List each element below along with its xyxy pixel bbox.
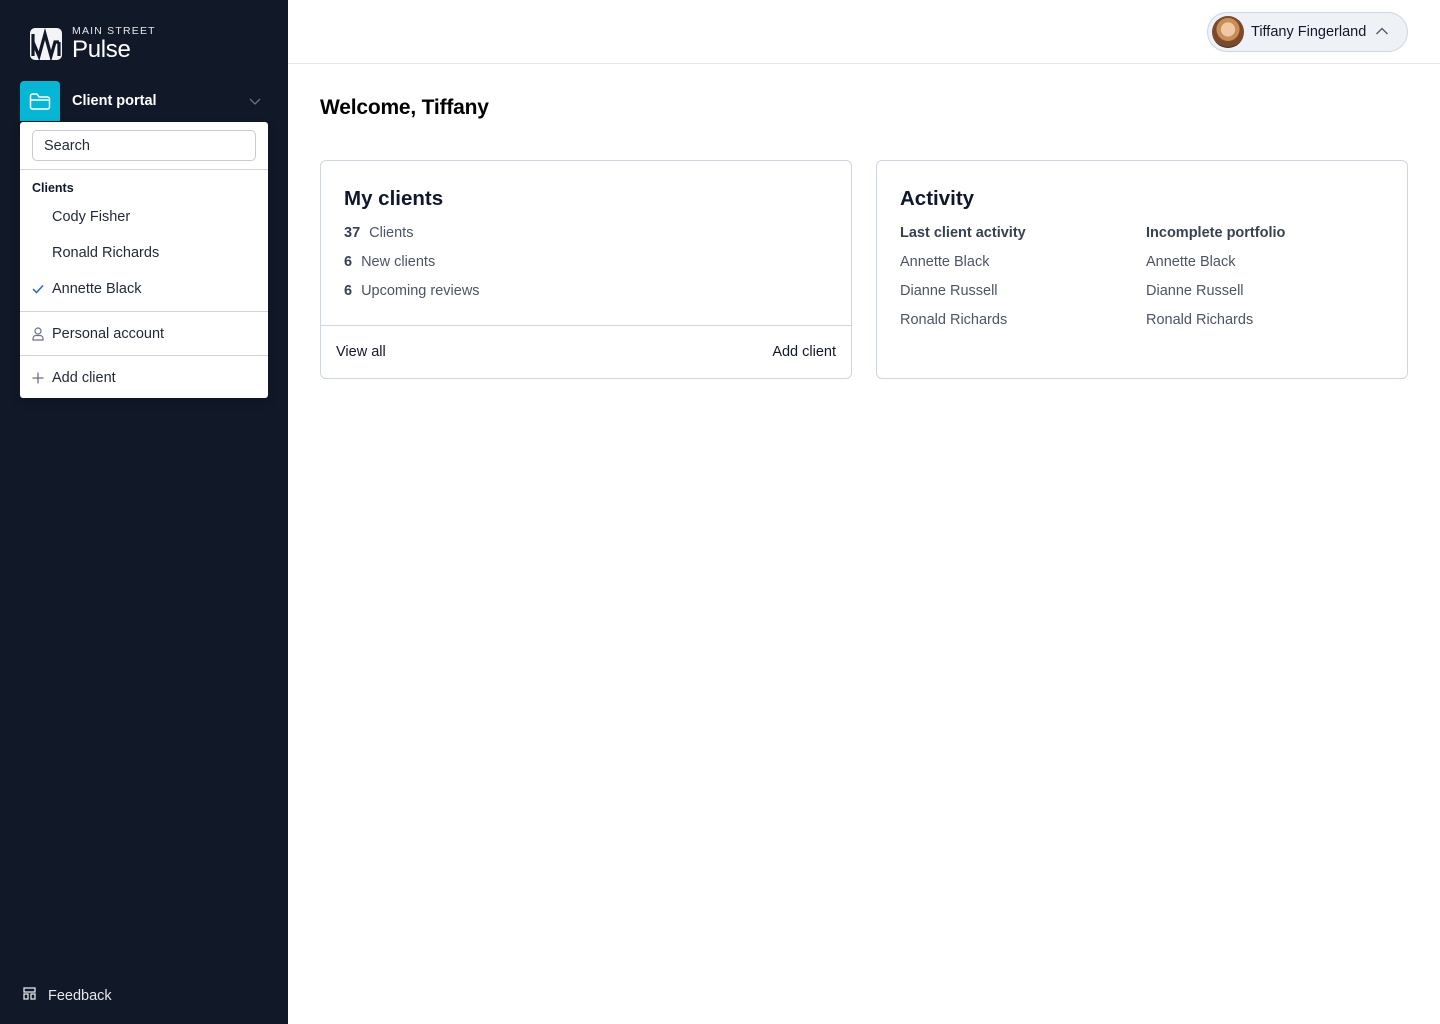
plus-icon: [32, 372, 52, 384]
stat-new-clients: 6 New clients: [344, 254, 435, 270]
sidebar: MAIN STREET Pulse Client portal Clients …: [0, 0, 288, 1024]
activity-item[interactable]: Annette Black: [900, 254, 1026, 283]
client-search-input[interactable]: [32, 130, 256, 161]
user-name: Tiffany Fingerland: [1251, 24, 1367, 40]
client-portal-label: Client portal: [72, 93, 157, 109]
stat-value: 37: [344, 225, 361, 241]
my-clients-footer: View all Add client: [321, 325, 851, 378]
stat-label: Upcoming reviews: [361, 283, 480, 299]
avatar: [1212, 16, 1244, 48]
stat-label: Clients: [369, 225, 414, 241]
activity-title: Activity: [900, 187, 975, 210]
client-option-label: Ronald Richards: [52, 245, 160, 261]
activity-item[interactable]: Dianne Russell: [900, 283, 1026, 312]
personal-account-label: Personal account: [52, 325, 165, 342]
add-client-link[interactable]: Add client: [772, 344, 836, 360]
client-option-label: Cody Fisher: [52, 209, 131, 225]
page-title: Welcome, Tiffany: [320, 96, 489, 119]
personal-account-option[interactable]: Personal account: [20, 312, 268, 356]
brand-subtitle: MAIN STREET: [72, 25, 156, 37]
last-client-activity-heading: Last client activity: [900, 225, 1026, 241]
feedback-icon: [23, 987, 48, 1004]
stat-label: New clients: [361, 254, 436, 270]
brand-title: Pulse: [72, 35, 131, 63]
portfolio-item[interactable]: Annette Black: [1146, 254, 1285, 283]
folder-icon: [20, 81, 60, 121]
client-switcher-dropdown: Clients Cody Fisher Ronald Richards Anne…: [20, 122, 268, 398]
client-option[interactable]: Cody Fisher: [20, 199, 268, 235]
client-option[interactable]: Ronald Richards: [20, 235, 268, 271]
pulse-logo-icon: [30, 27, 62, 60]
add-client-label: Add client: [52, 370, 116, 386]
client-portal-selector[interactable]: Client portal: [20, 81, 268, 121]
clients-section-title: Clients: [32, 181, 74, 195]
my-clients-title: My clients: [344, 187, 444, 210]
view-all-link[interactable]: View all: [336, 344, 386, 360]
activity-item[interactable]: Ronald Richards: [900, 312, 1026, 341]
brand-logo[interactable]: MAIN STREET Pulse: [30, 26, 156, 62]
user-icon: [32, 326, 52, 341]
activity-card: Activity Last client activity Annette Bl…: [876, 160, 1408, 379]
my-clients-card: My clients 37 Clients 6 New clients 6 Up…: [320, 160, 852, 379]
client-option-selected[interactable]: Annette Black: [20, 271, 268, 307]
incomplete-portfolio-column: Incomplete portfolio Annette Black Diann…: [1146, 225, 1285, 341]
user-menu-button[interactable]: Tiffany Fingerland: [1207, 12, 1408, 52]
add-client-option[interactable]: Add client: [20, 356, 268, 400]
stat-value: 6: [344, 254, 353, 270]
chevron-up-icon: [1375, 23, 1389, 41]
last-client-activity-column: Last client activity Annette Black Diann…: [900, 225, 1026, 341]
stat-upcoming-reviews: 6 Upcoming reviews: [344, 283, 480, 299]
stat-value: 6: [344, 283, 353, 299]
portfolio-item[interactable]: Ronald Richards: [1146, 312, 1285, 341]
top-bar: Tiffany Fingerland: [288, 0, 1440, 64]
chevron-down-icon[interactable]: [248, 94, 262, 108]
feedback-link[interactable]: Feedback: [23, 987, 112, 1004]
stat-clients: 37 Clients: [344, 225, 413, 241]
incomplete-portfolio-heading: Incomplete portfolio: [1146, 225, 1286, 241]
portfolio-item[interactable]: Dianne Russell: [1146, 283, 1285, 312]
client-option-label: Annette Black: [52, 281, 142, 297]
feedback-label: Feedback: [48, 987, 112, 1004]
check-icon: [32, 284, 52, 294]
